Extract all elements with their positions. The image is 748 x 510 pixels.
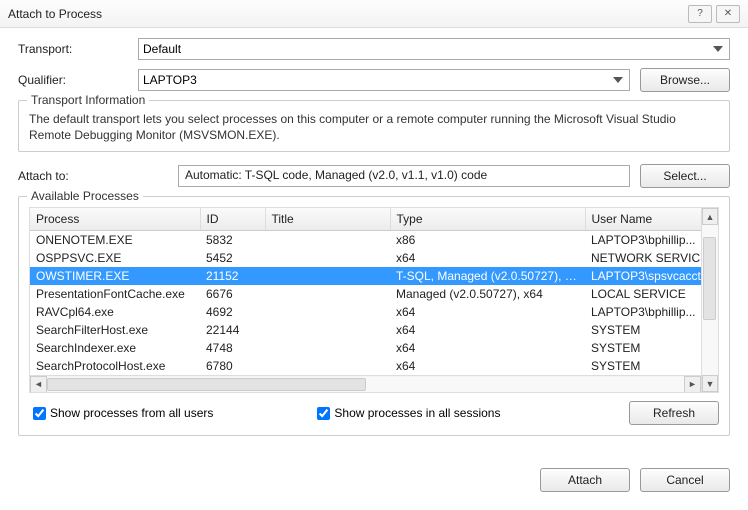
attach-to-value: Automatic: T-SQL code, Managed (v2.0, v1… [178,165,630,187]
cell-type: x64 [390,303,585,321]
show-all-sessions-checkbox[interactable]: Show processes in all sessions [313,404,500,423]
cell-id: 4748 [200,339,265,357]
transport-label: Transport: [18,42,138,56]
cell-user: LAPTOP3\bphillip... [585,303,701,321]
cell-title [265,231,390,250]
attach-to-label: Attach to: [18,169,138,183]
table-row[interactable]: PresentationFontCache.exe6676 Managed (v2… [30,285,701,303]
cell-title [265,249,390,267]
cell-process: SearchIndexer.exe [30,339,200,357]
available-processes-group: Available Processes Process ID Title Typ… [18,196,730,436]
cell-type: x86 [390,231,585,250]
cell-id: 21152 [200,267,265,285]
show-all-users-checkbox[interactable]: Show processes from all users [29,404,213,423]
available-processes-legend: Available Processes [27,189,143,203]
cell-user: NETWORK SERVICE [585,249,701,267]
cell-process: OSPPSVC.EXE [30,249,200,267]
transport-info-legend: Transport Information [27,93,149,107]
show-all-sessions-input[interactable] [317,407,330,420]
scroll-up-icon[interactable]: ▲ [702,208,718,225]
cell-id: 6676 [200,285,265,303]
process-table-container: Process ID Title Type User Name ONENOTEM… [29,207,719,393]
table-row[interactable]: OWSTIMER.EXE21152 T-SQL, Managed (v2.0.50… [30,267,701,285]
cell-id: 5452 [200,249,265,267]
window-title: Attach to Process [8,7,684,21]
cell-type: Managed (v2.0.50727), x64 [390,285,585,303]
cell-process: ONENOTEM.EXE [30,231,200,250]
browse-button[interactable]: Browse... [640,68,730,92]
attach-button[interactable]: Attach [540,468,630,492]
scroll-left-icon[interactable]: ◄ [30,376,47,393]
col-user[interactable]: User Name [585,208,701,231]
cell-user: SYSTEM [585,339,701,357]
transport-info-text: The default transport lets you select pr… [29,111,719,143]
refresh-button[interactable]: Refresh [629,401,719,425]
cell-id: 5832 [200,231,265,250]
scroll-right-icon[interactable]: ► [684,376,701,393]
table-row[interactable]: SearchIndexer.exe4748 x64SYSTEM [30,339,701,357]
transport-info-group: Transport Information The default transp… [18,100,730,152]
col-title[interactable]: Title [265,208,390,231]
vertical-scrollbar[interactable]: ▲ ▼ [701,208,718,392]
horizontal-scrollbar[interactable]: ◄ ► [30,375,701,392]
cancel-button[interactable]: Cancel [640,468,730,492]
cell-type: x64 [390,357,585,375]
col-id[interactable]: ID [200,208,265,231]
cell-process: OWSTIMER.EXE [30,267,200,285]
cell-process: RAVCpl64.exe [30,303,200,321]
title-bar: Attach to Process ? ✕ [0,0,748,28]
cell-user: SYSTEM [585,357,701,375]
cell-type: T-SQL, Managed (v2.0.50727), x64 [390,267,585,285]
cell-type: x64 [390,321,585,339]
close-icon[interactable]: ✕ [716,5,740,23]
cell-title [265,357,390,375]
qualifier-select[interactable]: LAPTOP3 [138,69,630,91]
cell-title [265,339,390,357]
transport-select[interactable]: Default [138,38,730,60]
scroll-down-icon[interactable]: ▼ [702,375,718,392]
cell-title [265,267,390,285]
process-table-scroll[interactable]: Process ID Title Type User Name ONENOTEM… [30,208,701,375]
cell-user: LAPTOP3\spsvcacct [585,267,701,285]
cell-id: 4692 [200,303,265,321]
table-row[interactable]: OSPPSVC.EXE5452 x64NETWORK SERVICE [30,249,701,267]
table-row[interactable]: SearchFilterHost.exe22144 x64SYSTEM [30,321,701,339]
cell-process: PresentationFontCache.exe [30,285,200,303]
cell-user: LOCAL SERVICE [585,285,701,303]
cell-id: 6780 [200,357,265,375]
table-row[interactable]: ONENOTEM.EXE5832 x86LAPTOP3\bphillip... [30,231,701,250]
col-type[interactable]: Type [390,208,585,231]
cell-title [265,321,390,339]
cell-process: SearchProtocolHost.exe [30,357,200,375]
cell-user: SYSTEM [585,321,701,339]
process-table: Process ID Title Type User Name ONENOTEM… [30,208,701,375]
table-row[interactable]: SearchProtocolHost.exe6780 x64SYSTEM [30,357,701,375]
show-all-users-input[interactable] [33,407,46,420]
col-process[interactable]: Process [30,208,200,231]
cell-title [265,303,390,321]
cell-type: x64 [390,249,585,267]
cell-process: SearchFilterHost.exe [30,321,200,339]
cell-type: x64 [390,339,585,357]
cell-user: LAPTOP3\bphillip... [585,231,701,250]
qualifier-label: Qualifier: [18,73,138,87]
help-icon[interactable]: ? [688,5,712,23]
select-button[interactable]: Select... [640,164,730,188]
cell-title [265,285,390,303]
cell-id: 22144 [200,321,265,339]
table-row[interactable]: RAVCpl64.exe4692 x64LAPTOP3\bphillip... [30,303,701,321]
